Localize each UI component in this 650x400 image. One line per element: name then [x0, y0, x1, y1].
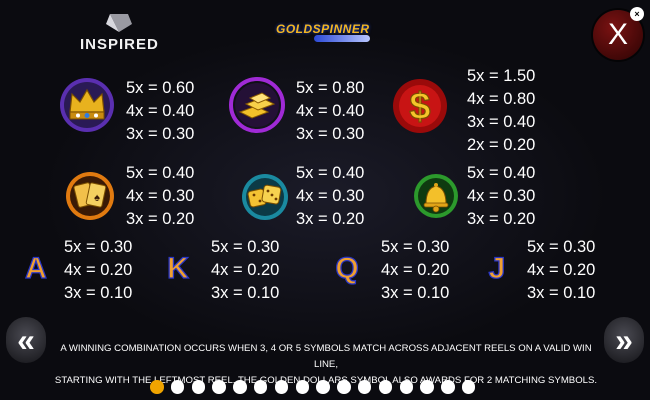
- payout-line: 3x = 0.20: [296, 210, 365, 228]
- payout-line: 5x = 1.50: [467, 67, 536, 85]
- payout-line: 4x = 0.40: [296, 102, 365, 120]
- payout-line: 3x = 0.10: [64, 284, 133, 302]
- payout-line: 5x = 0.40: [467, 164, 536, 182]
- playing-cards-payouts: 5x = 0.40 4x = 0.30 3x = 0.20: [126, 162, 194, 231]
- letter-k-icon: K: [167, 251, 190, 285]
- payout-line: 4x = 0.20: [527, 261, 596, 279]
- golden-bell-icon: [414, 174, 458, 218]
- game-logo: GOLDSPINNER: [276, 22, 376, 46]
- payout-line: 4x = 0.80: [467, 90, 536, 108]
- next-page-button[interactable]: »: [604, 317, 644, 363]
- payout-line: 5x = 0.40: [126, 164, 195, 182]
- page-dot[interactable]: [170, 380, 185, 394]
- payout-line: 3x = 0.10: [527, 284, 596, 302]
- close-icon: X: [607, 18, 628, 51]
- page-dot[interactable]: [150, 380, 164, 394]
- payout-line: 5x = 0.30: [381, 238, 450, 256]
- payout-line: 3x = 0.30: [126, 125, 195, 143]
- page-dot[interactable]: [461, 380, 476, 394]
- close-badge: ×: [630, 7, 644, 21]
- golden-bell-payouts: 5x = 0.40 4x = 0.30 3x = 0.20: [467, 162, 535, 231]
- payout-line: 5x = 0.30: [211, 238, 280, 256]
- letter-q-icon: Q: [335, 251, 360, 285]
- crown-payouts: 5x = 0.60 4x = 0.40 3x = 0.30: [126, 77, 194, 146]
- payout-line: 3x = 0.10: [381, 284, 450, 302]
- page-dot[interactable]: [316, 380, 330, 394]
- page-dot[interactable]: [253, 380, 268, 394]
- payout-line: 5x = 0.30: [527, 238, 596, 256]
- payout-line: 4x = 0.30: [296, 187, 365, 205]
- page-dot[interactable]: [378, 380, 393, 394]
- page-dot[interactable]: [191, 380, 206, 394]
- payout-line: 4x = 0.20: [381, 261, 450, 279]
- playing-cards-icon: ♠: [66, 172, 114, 220]
- page-dot[interactable]: [233, 380, 247, 394]
- payout-line: 3x = 0.20: [126, 210, 195, 228]
- page-dot[interactable]: [337, 380, 351, 394]
- letter-a-icon: A: [25, 251, 48, 285]
- page-dot[interactable]: [295, 380, 310, 394]
- page-dot[interactable]: [399, 380, 414, 394]
- payout-line: 4x = 0.20: [64, 261, 133, 279]
- golden-dollar-payouts: 5x = 1.50 4x = 0.80 3x = 0.40 2x = 0.20: [467, 65, 535, 157]
- page-indicator: [150, 380, 476, 394]
- gold-bars-payouts: 5x = 0.80 4x = 0.40 3x = 0.30: [296, 77, 364, 146]
- payout-line: 4x = 0.30: [467, 187, 536, 205]
- game-logo-underline: [314, 35, 370, 42]
- game-logo-title: GOLDSPINNER: [276, 22, 370, 36]
- payout-line: 2x = 0.20: [467, 136, 536, 154]
- letter-q-payouts: 5x = 0.30 4x = 0.20 3x = 0.10: [381, 236, 449, 305]
- gold-bars-icon: [229, 77, 285, 133]
- golden-dollar-icon: $: [393, 79, 447, 133]
- page-dot[interactable]: [357, 380, 372, 394]
- page-dot[interactable]: [420, 380, 434, 394]
- payout-line: 4x = 0.30: [126, 187, 195, 205]
- payout-line: 5x = 0.30: [64, 238, 133, 256]
- page-dot[interactable]: [212, 380, 226, 394]
- payout-line: 4x = 0.40: [126, 102, 195, 120]
- chevron-right-icon: »: [615, 322, 633, 358]
- brand-mark-icon: [106, 14, 132, 32]
- dice-payouts: 5x = 0.40 4x = 0.30 3x = 0.20: [296, 162, 364, 231]
- page-dot[interactable]: [274, 380, 289, 394]
- rules-line: A WINNING COMBINATION OCCURS WHEN 3, 4 O…: [60, 343, 592, 370]
- payout-line: 4x = 0.20: [211, 261, 280, 279]
- payout-line: 3x = 0.20: [467, 210, 536, 228]
- crown-icon: [60, 78, 114, 132]
- letter-k-payouts: 5x = 0.30 4x = 0.20 3x = 0.10: [211, 236, 279, 305]
- payout-line: 3x = 0.10: [211, 284, 280, 302]
- payout-line: 3x = 0.30: [296, 125, 365, 143]
- dice-icon: [242, 174, 288, 220]
- payout-line: 5x = 0.60: [126, 79, 195, 97]
- chevron-left-icon: «: [17, 322, 35, 358]
- brand-logo: INSPIRED: [80, 12, 170, 56]
- svg-text:♠: ♠: [94, 192, 100, 204]
- payout-line: 5x = 0.80: [296, 79, 365, 97]
- page-dot[interactable]: [441, 380, 455, 394]
- letter-a-payouts: 5x = 0.30 4x = 0.20 3x = 0.10: [64, 236, 132, 305]
- brand-name: INSPIRED: [80, 36, 159, 53]
- letter-j-payouts: 5x = 0.30 4x = 0.20 3x = 0.10: [527, 236, 595, 305]
- payout-line: 3x = 0.40: [467, 113, 536, 131]
- letter-j-icon: J: [488, 251, 506, 285]
- previous-page-button[interactable]: «: [6, 317, 46, 363]
- svg-text:$: $: [409, 86, 430, 128]
- close-button[interactable]: X ×: [593, 7, 644, 60]
- payout-line: 5x = 0.40: [296, 164, 365, 182]
